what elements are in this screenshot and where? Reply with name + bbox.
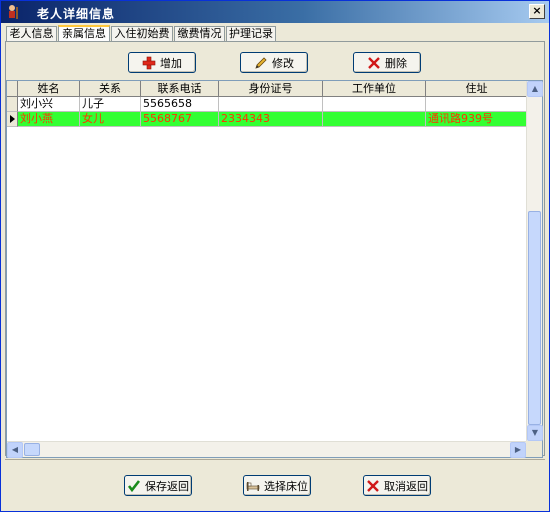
cell-address[interactable]: 通讯路939号 [426,112,528,127]
delete-button-label: 删除 [385,56,407,70]
header-indicator [7,81,18,97]
scroll-right-button[interactable]: ▶ [510,442,526,458]
app-icon [6,4,22,20]
tab-care-records[interactable]: 护理记录 [226,26,276,41]
cell-workplace[interactable] [323,112,426,127]
cancel-return-label: 取消返回 [384,479,428,493]
plus-icon [142,56,156,69]
horizontal-scroll-thumb[interactable] [24,443,40,456]
cell-name[interactable]: 刘小兴 [18,97,80,112]
elder-detail-window: 老人详细信息 × 老人信息 亲属信息 入住初始费 缴费情况 护理记录 增加 修改… [0,0,550,512]
pencil-icon [255,56,267,69]
current-row-arrow-icon [10,115,15,123]
horizontal-scrollbar[interactable]: ◀ ▶ [7,441,526,458]
select-bed-button[interactable]: 选择床位 [243,475,311,496]
cell-phone[interactable]: 5565658 [141,97,219,112]
column-header-id-number[interactable]: 身份证号 [219,81,323,97]
scroll-up-button[interactable]: ▲ [527,81,543,97]
column-header-phone[interactable]: 联系电话 [141,81,219,97]
tab-elder-info[interactable]: 老人信息 [6,26,57,41]
relatives-grid[interactable]: 姓名 关系 联系电话 身份证号 工作单位 住址 刘小兴 儿子 5565658 刘… [6,80,543,458]
window-title: 老人详细信息 [37,7,116,21]
column-header-relation[interactable]: 关系 [80,81,141,97]
tab-initial-fee[interactable]: 入住初始费 [111,26,173,41]
cell-relation[interactable]: 女儿 [80,112,141,127]
delete-button[interactable]: 删除 [353,52,421,73]
row-indicator [7,112,18,127]
cell-id-number[interactable] [219,97,323,112]
scroll-left-button[interactable]: ◀ [7,442,23,458]
column-header-name[interactable]: 姓名 [18,81,80,97]
cell-name[interactable]: 刘小燕 [18,112,80,127]
tab-payment-status[interactable]: 缴费情况 [174,26,225,41]
cell-address[interactable] [426,97,528,112]
cancel-return-button[interactable]: 取消返回 [363,475,431,496]
column-header-address[interactable]: 住址 [426,81,528,97]
cell-phone[interactable]: 5568767 [141,112,219,127]
tab-relatives-info[interactable]: 亲属信息 [58,25,110,42]
edit-button-label: 修改 [272,56,294,70]
title-bar[interactable]: 老人详细信息 × [1,1,549,23]
add-button-label: 增加 [160,56,182,70]
cell-relation[interactable]: 儿子 [80,97,141,112]
table-row-selected[interactable]: 刘小燕 女儿 5568767 2334343 通讯路939号 [7,112,528,127]
save-return-label: 保存返回 [145,479,189,493]
close-button[interactable]: × [529,4,545,19]
cell-workplace[interactable] [323,97,426,112]
checkmark-icon [127,479,141,492]
footer-divider [5,459,545,460]
table-row[interactable]: 刘小兴 儿子 5565658 [7,97,528,112]
bed-icon [246,481,260,491]
vertical-scrollbar[interactable]: ▲ ▼ [526,81,543,441]
scroll-down-button[interactable]: ▼ [527,425,543,441]
x-icon [367,479,379,492]
add-button[interactable]: 增加 [128,52,196,73]
column-header-workplace[interactable]: 工作单位 [323,81,426,97]
save-return-button[interactable]: 保存返回 [124,475,192,496]
grid-header: 姓名 关系 联系电话 身份证号 工作单位 住址 [7,81,528,97]
vertical-scroll-thumb[interactable] [528,211,541,425]
edit-button[interactable]: 修改 [240,52,308,73]
cell-id-number[interactable]: 2334343 [219,112,323,127]
x-icon [368,56,380,69]
scrollbar-corner [526,441,542,457]
close-icon: × [532,4,542,17]
row-indicator [7,97,18,112]
select-bed-label: 选择床位 [264,479,308,493]
